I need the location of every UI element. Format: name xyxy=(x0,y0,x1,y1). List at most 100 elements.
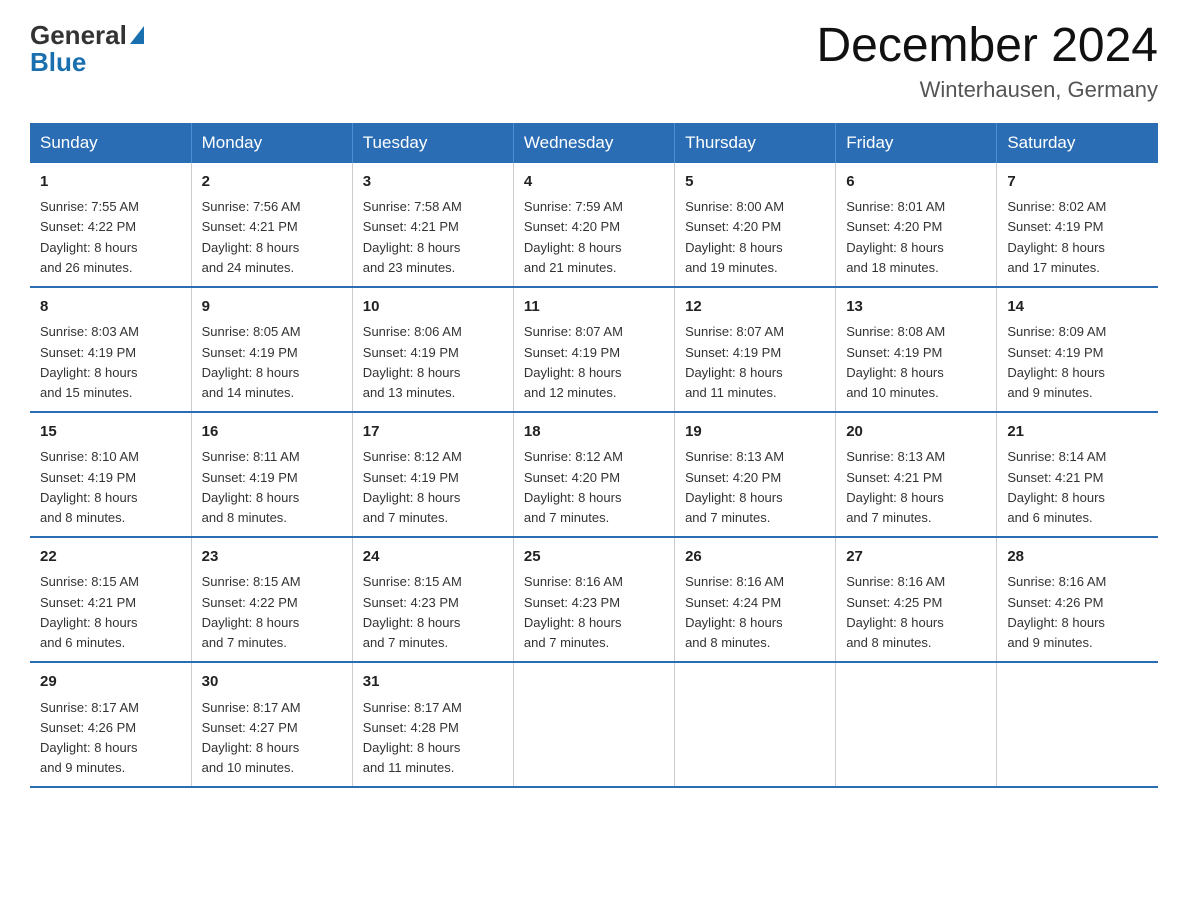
header-saturday: Saturday xyxy=(997,123,1158,163)
calendar-cell: 29 Sunrise: 8:17 AMSunset: 4:26 PMDaylig… xyxy=(30,662,191,787)
day-number: 3 xyxy=(363,171,503,194)
day-number: 2 xyxy=(202,171,342,194)
calendar-cell: 13 Sunrise: 8:08 AMSunset: 4:19 PMDaylig… xyxy=(836,287,997,412)
logo-blue: Blue xyxy=(30,47,86,78)
week-row-3: 15 Sunrise: 8:10 AMSunset: 4:19 PMDaylig… xyxy=(30,412,1158,537)
day-number: 1 xyxy=(40,171,181,194)
location: Winterhausen, Germany xyxy=(816,77,1158,103)
day-info: Sunrise: 8:12 AMSunset: 4:20 PMDaylight:… xyxy=(524,449,623,524)
day-info: Sunrise: 8:13 AMSunset: 4:21 PMDaylight:… xyxy=(846,449,945,524)
day-number: 18 xyxy=(524,421,664,444)
day-number: 31 xyxy=(363,671,503,694)
day-info: Sunrise: 8:13 AMSunset: 4:20 PMDaylight:… xyxy=(685,449,784,524)
header-monday: Monday xyxy=(191,123,352,163)
day-info: Sunrise: 8:02 AMSunset: 4:19 PMDaylight:… xyxy=(1007,199,1106,274)
day-number: 8 xyxy=(40,296,181,319)
calendar-cell: 26 Sunrise: 8:16 AMSunset: 4:24 PMDaylig… xyxy=(675,537,836,662)
calendar-cell: 7 Sunrise: 8:02 AMSunset: 4:19 PMDayligh… xyxy=(997,163,1158,287)
week-row-2: 8 Sunrise: 8:03 AMSunset: 4:19 PMDayligh… xyxy=(30,287,1158,412)
calendar-cell: 14 Sunrise: 8:09 AMSunset: 4:19 PMDaylig… xyxy=(997,287,1158,412)
logo: General Blue xyxy=(30,20,144,78)
day-info: Sunrise: 8:15 AMSunset: 4:21 PMDaylight:… xyxy=(40,574,139,649)
day-number: 26 xyxy=(685,546,825,569)
week-row-4: 22 Sunrise: 8:15 AMSunset: 4:21 PMDaylig… xyxy=(30,537,1158,662)
calendar-cell: 16 Sunrise: 8:11 AMSunset: 4:19 PMDaylig… xyxy=(191,412,352,537)
day-info: Sunrise: 8:06 AMSunset: 4:19 PMDaylight:… xyxy=(363,324,462,399)
calendar-cell: 25 Sunrise: 8:16 AMSunset: 4:23 PMDaylig… xyxy=(513,537,674,662)
day-info: Sunrise: 8:08 AMSunset: 4:19 PMDaylight:… xyxy=(846,324,945,399)
day-info: Sunrise: 7:56 AMSunset: 4:21 PMDaylight:… xyxy=(202,199,301,274)
day-number: 6 xyxy=(846,171,986,194)
day-info: Sunrise: 8:16 AMSunset: 4:23 PMDaylight:… xyxy=(524,574,623,649)
day-number: 30 xyxy=(202,671,342,694)
day-number: 15 xyxy=(40,421,181,444)
calendar-cell: 20 Sunrise: 8:13 AMSunset: 4:21 PMDaylig… xyxy=(836,412,997,537)
day-number: 12 xyxy=(685,296,825,319)
day-number: 5 xyxy=(685,171,825,194)
calendar-cell: 23 Sunrise: 8:15 AMSunset: 4:22 PMDaylig… xyxy=(191,537,352,662)
calendar-cell: 3 Sunrise: 7:58 AMSunset: 4:21 PMDayligh… xyxy=(352,163,513,287)
logo-triangle-icon xyxy=(130,26,144,44)
day-number: 25 xyxy=(524,546,664,569)
calendar-cell: 31 Sunrise: 8:17 AMSunset: 4:28 PMDaylig… xyxy=(352,662,513,787)
day-info: Sunrise: 8:07 AMSunset: 4:19 PMDaylight:… xyxy=(524,324,623,399)
day-info: Sunrise: 8:12 AMSunset: 4:19 PMDaylight:… xyxy=(363,449,462,524)
calendar-cell xyxy=(997,662,1158,787)
calendar-cell: 28 Sunrise: 8:16 AMSunset: 4:26 PMDaylig… xyxy=(997,537,1158,662)
calendar-cell: 15 Sunrise: 8:10 AMSunset: 4:19 PMDaylig… xyxy=(30,412,191,537)
day-info: Sunrise: 8:16 AMSunset: 4:26 PMDaylight:… xyxy=(1007,574,1106,649)
day-number: 13 xyxy=(846,296,986,319)
calendar-cell xyxy=(836,662,997,787)
day-info: Sunrise: 8:17 AMSunset: 4:28 PMDaylight:… xyxy=(363,700,462,775)
day-info: Sunrise: 8:09 AMSunset: 4:19 PMDaylight:… xyxy=(1007,324,1106,399)
day-info: Sunrise: 8:15 AMSunset: 4:23 PMDaylight:… xyxy=(363,574,462,649)
day-number: 22 xyxy=(40,546,181,569)
day-info: Sunrise: 8:15 AMSunset: 4:22 PMDaylight:… xyxy=(202,574,301,649)
logo-mark: General Blue xyxy=(30,20,144,78)
day-number: 17 xyxy=(363,421,503,444)
month-title: December 2024 xyxy=(816,20,1158,73)
day-info: Sunrise: 8:17 AMSunset: 4:26 PMDaylight:… xyxy=(40,700,139,775)
day-number: 11 xyxy=(524,296,664,319)
day-info: Sunrise: 8:16 AMSunset: 4:25 PMDaylight:… xyxy=(846,574,945,649)
day-number: 7 xyxy=(1007,171,1148,194)
day-number: 27 xyxy=(846,546,986,569)
day-number: 16 xyxy=(202,421,342,444)
week-row-1: 1 Sunrise: 7:55 AMSunset: 4:22 PMDayligh… xyxy=(30,163,1158,287)
day-number: 24 xyxy=(363,546,503,569)
calendar-cell: 8 Sunrise: 8:03 AMSunset: 4:19 PMDayligh… xyxy=(30,287,191,412)
calendar-cell: 30 Sunrise: 8:17 AMSunset: 4:27 PMDaylig… xyxy=(191,662,352,787)
day-number: 4 xyxy=(524,171,664,194)
calendar-cell: 10 Sunrise: 8:06 AMSunset: 4:19 PMDaylig… xyxy=(352,287,513,412)
header-wednesday: Wednesday xyxy=(513,123,674,163)
day-info: Sunrise: 8:05 AMSunset: 4:19 PMDaylight:… xyxy=(202,324,301,399)
day-info: Sunrise: 7:59 AMSunset: 4:20 PMDaylight:… xyxy=(524,199,623,274)
page-header: General Blue December 2024 Winterhausen,… xyxy=(30,20,1158,103)
calendar-cell: 6 Sunrise: 8:01 AMSunset: 4:20 PMDayligh… xyxy=(836,163,997,287)
calendar-cell: 12 Sunrise: 8:07 AMSunset: 4:19 PMDaylig… xyxy=(675,287,836,412)
day-info: Sunrise: 8:01 AMSunset: 4:20 PMDaylight:… xyxy=(846,199,945,274)
calendar-cell: 21 Sunrise: 8:14 AMSunset: 4:21 PMDaylig… xyxy=(997,412,1158,537)
calendar-cell xyxy=(675,662,836,787)
header-sunday: Sunday xyxy=(30,123,191,163)
week-row-5: 29 Sunrise: 8:17 AMSunset: 4:26 PMDaylig… xyxy=(30,662,1158,787)
calendar-cell: 2 Sunrise: 7:56 AMSunset: 4:21 PMDayligh… xyxy=(191,163,352,287)
day-info: Sunrise: 8:00 AMSunset: 4:20 PMDaylight:… xyxy=(685,199,784,274)
day-info: Sunrise: 8:16 AMSunset: 4:24 PMDaylight:… xyxy=(685,574,784,649)
day-number: 21 xyxy=(1007,421,1148,444)
calendar-cell: 1 Sunrise: 7:55 AMSunset: 4:22 PMDayligh… xyxy=(30,163,191,287)
day-number: 29 xyxy=(40,671,181,694)
calendar-cell: 18 Sunrise: 8:12 AMSunset: 4:20 PMDaylig… xyxy=(513,412,674,537)
calendar-cell: 11 Sunrise: 8:07 AMSunset: 4:19 PMDaylig… xyxy=(513,287,674,412)
calendar-cell: 22 Sunrise: 8:15 AMSunset: 4:21 PMDaylig… xyxy=(30,537,191,662)
day-info: Sunrise: 8:10 AMSunset: 4:19 PMDaylight:… xyxy=(40,449,139,524)
header-tuesday: Tuesday xyxy=(352,123,513,163)
calendar-table: SundayMondayTuesdayWednesdayThursdayFrid… xyxy=(30,123,1158,788)
calendar-cell: 17 Sunrise: 8:12 AMSunset: 4:19 PMDaylig… xyxy=(352,412,513,537)
day-info: Sunrise: 8:07 AMSunset: 4:19 PMDaylight:… xyxy=(685,324,784,399)
calendar-cell: 24 Sunrise: 8:15 AMSunset: 4:23 PMDaylig… xyxy=(352,537,513,662)
day-number: 10 xyxy=(363,296,503,319)
header-friday: Friday xyxy=(836,123,997,163)
calendar-cell xyxy=(513,662,674,787)
title-block: December 2024 Winterhausen, Germany xyxy=(816,20,1158,103)
